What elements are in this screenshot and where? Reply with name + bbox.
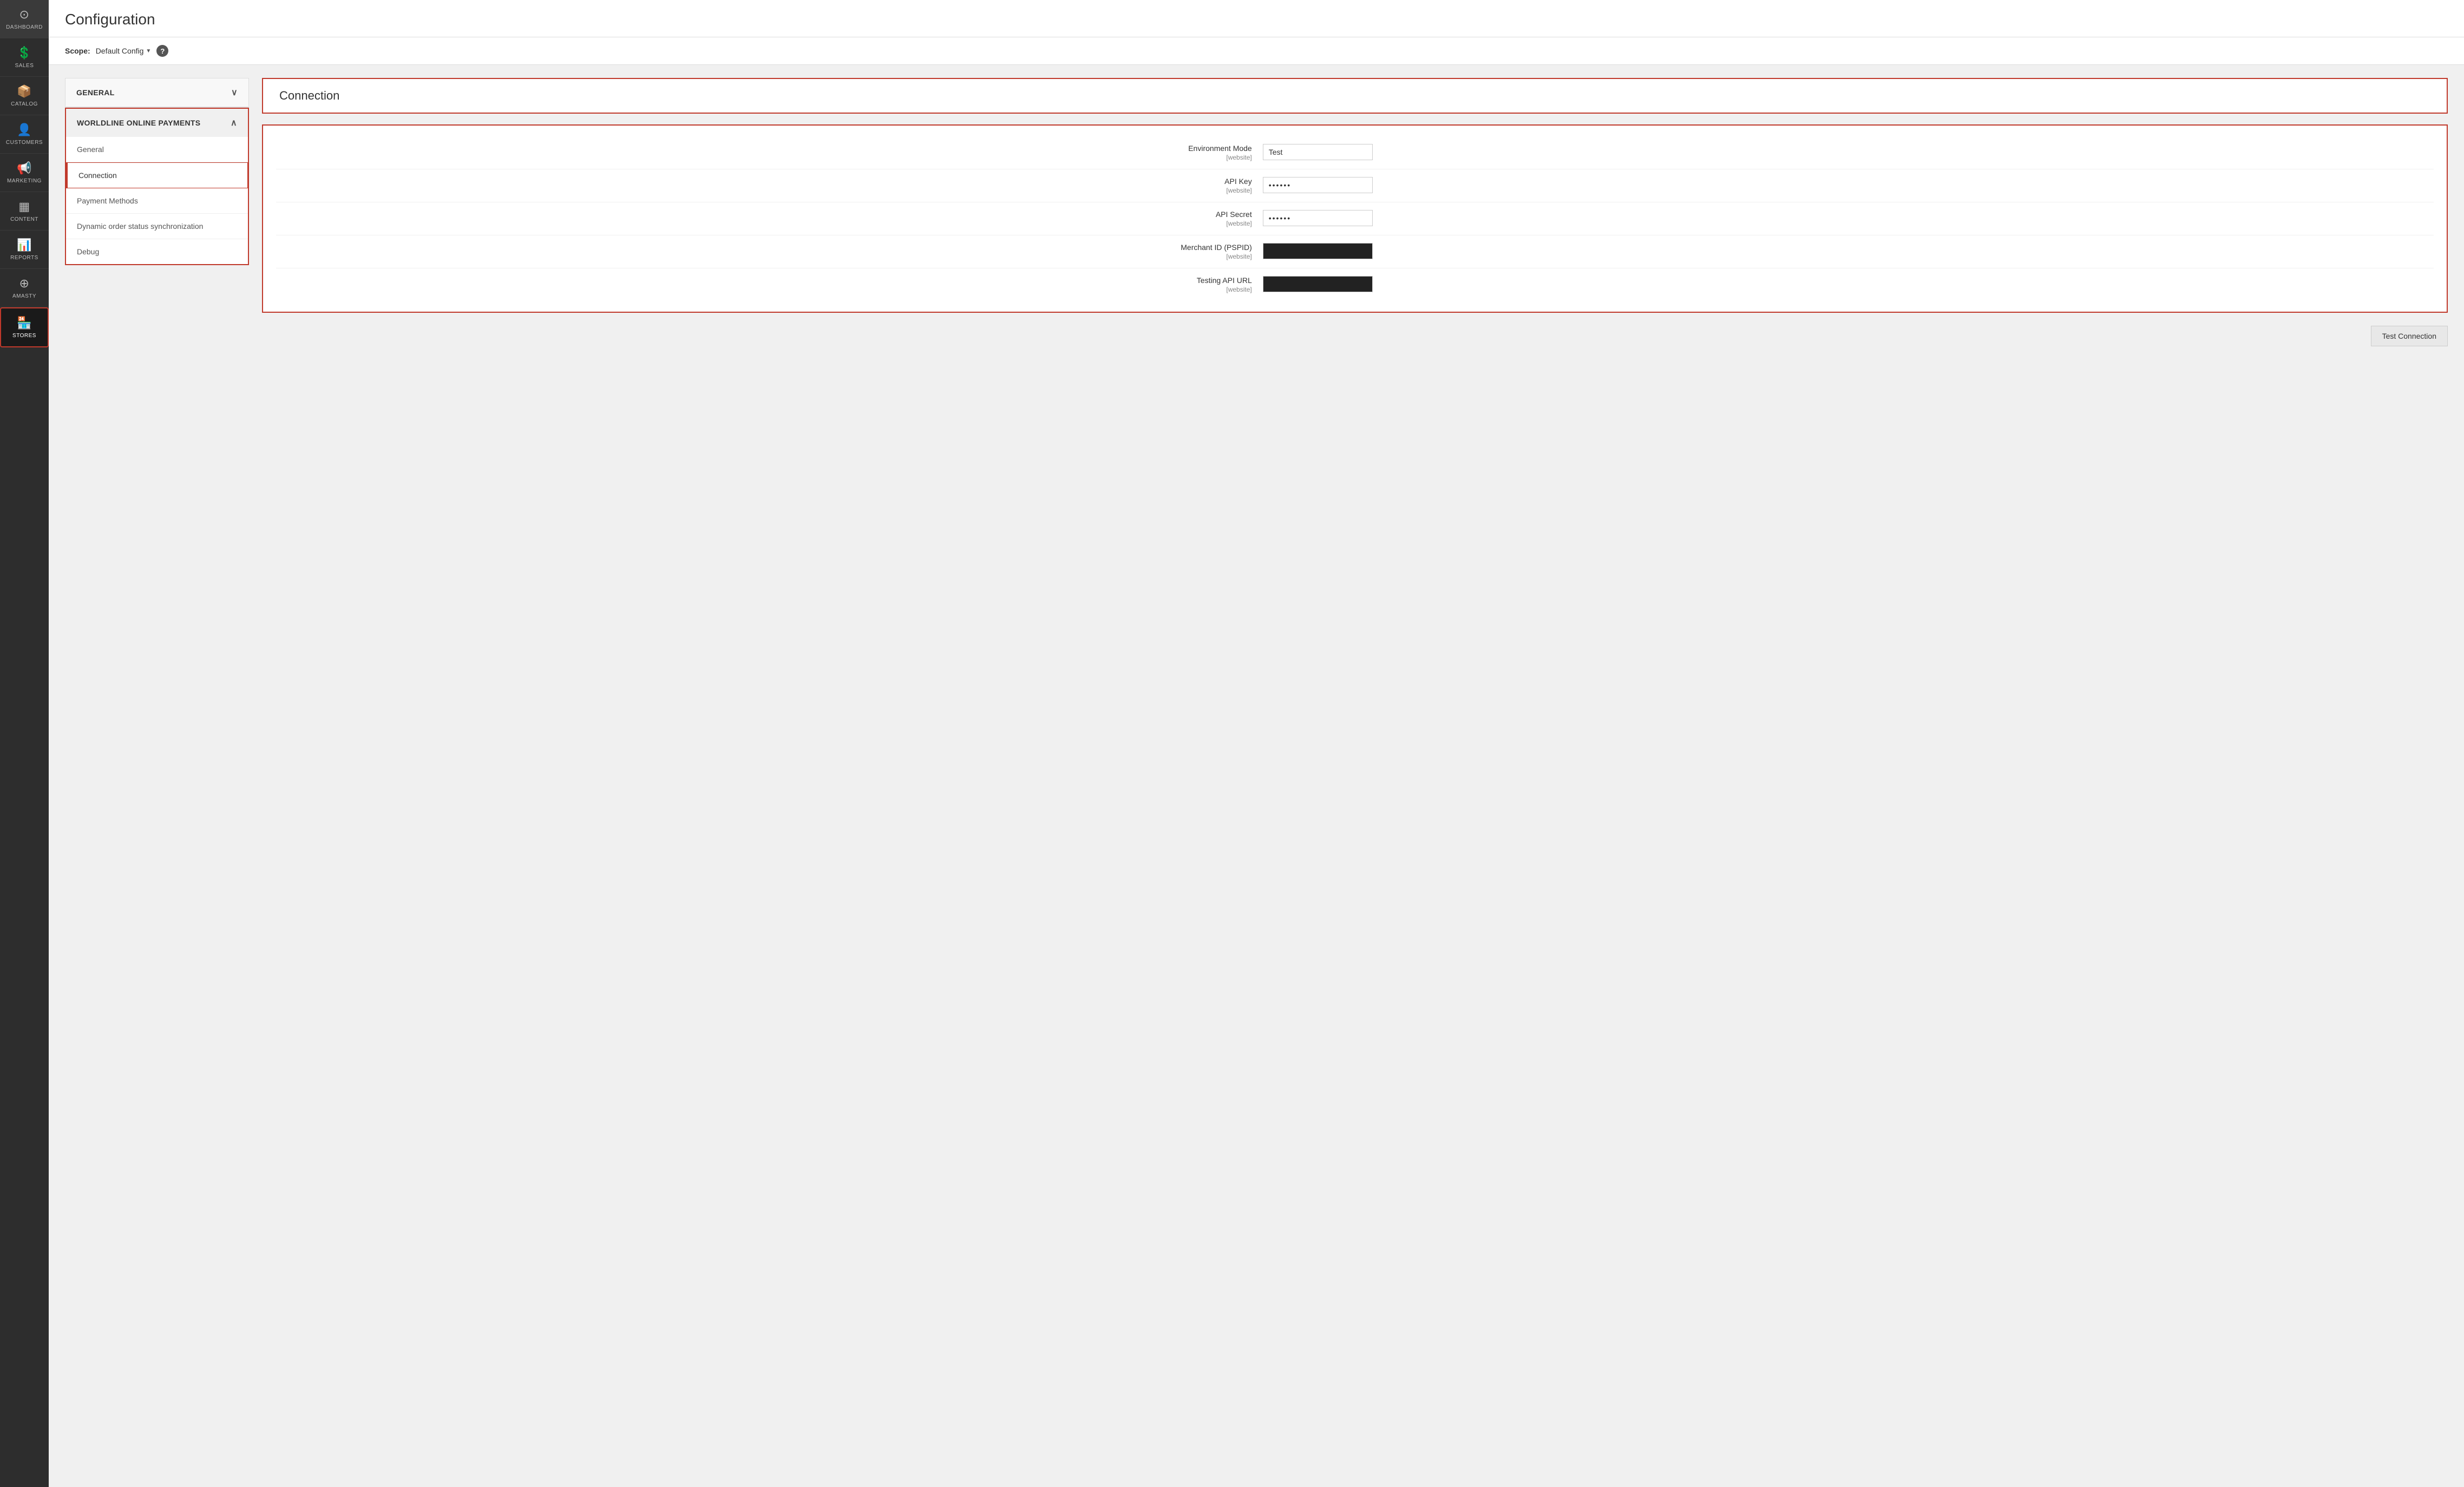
test-connection-button[interactable]: Test Connection [2371,326,2448,346]
content-area: GENERAL ∨ WORLDLINE ONLINE PAYMENTS ∧ Ge… [49,65,2464,359]
sidebar-item-catalog[interactable]: 📦 CATALOG [0,77,49,115]
left-panel: GENERAL ∨ WORLDLINE ONLINE PAYMENTS ∧ Ge… [65,78,249,346]
chevron-down-icon: ∨ [231,87,238,98]
connection-title: Connection [279,89,339,102]
worldline-section: WORLDLINE ONLINE PAYMENTS ∧ General Conn… [65,108,249,265]
amasty-icon: ⊕ [19,277,30,291]
nav-item-debug[interactable]: Debug [66,239,248,264]
scope-help-icon[interactable]: ? [156,45,168,57]
config-row-api-key: API Key [website] [276,169,2434,202]
scope-bar: Scope: Default Config ▼ ? [49,37,2464,65]
config-value-testing-api-url [1263,276,2434,292]
general-section: GENERAL ∨ [65,78,249,108]
api-secret-input[interactable] [1263,210,1373,226]
config-label-api-secret: API Secret [website] [276,210,1263,227]
chevron-up-icon: ∧ [231,117,237,128]
sidebar-item-dashboard[interactable]: ⊙ DASHBOARD [0,0,49,38]
config-value-api-key [1263,177,2434,193]
worldline-section-label: WORLDLINE ONLINE PAYMENTS [77,119,200,127]
nav-item-connection[interactable]: Connection [66,162,248,188]
scope-value: Default Config [96,47,144,55]
stores-icon: 🏪 [17,316,32,330]
config-value-merchant-id [1263,243,2434,259]
page-title: Configuration [65,11,2448,37]
api-key-input[interactable] [1263,177,1373,193]
reports-icon: 📊 [17,238,32,252]
marketing-icon: 📢 [17,161,32,175]
connection-title-box: Connection [262,78,2448,114]
testing-api-url-input[interactable] [1263,276,1373,292]
sidebar-item-amasty[interactable]: ⊕ AMASTY [0,269,49,307]
config-label-api-key: API Key [website] [276,177,1263,194]
sidebar-item-customers[interactable]: 👤 CUSTOMERS [0,115,49,154]
sidebar-item-marketing[interactable]: 📢 MARKETING [0,154,49,192]
config-row-testing-api-url: Testing API URL [website] [276,268,2434,301]
general-section-header[interactable]: GENERAL ∨ [65,78,248,107]
config-label-testing-api-url: Testing API URL [website] [276,276,1263,293]
right-column: Connection Environment Mode [website] [262,78,2448,346]
sidebar-item-stores[interactable]: 🏪 STORES [0,307,49,347]
page-header: Configuration [49,0,2464,37]
sidebar-item-label: CONTENT [10,216,38,222]
chevron-down-icon: ▼ [146,48,151,54]
config-label-environment-mode: Environment Mode [website] [276,144,1263,161]
sidebar: ⊙ DASHBOARD 💲 SALES 📦 CATALOG 👤 CUSTOMER… [0,0,49,1487]
config-row-merchant-id: Merchant ID (PSPID) [website] [276,235,2434,268]
sales-icon: 💲 [17,46,32,60]
nav-item-payment-methods[interactable]: Payment Methods [66,188,248,214]
config-panel: Environment Mode [website] API Key [webs… [262,124,2448,313]
sidebar-item-label: AMASTY [12,293,36,299]
dashboard-icon: ⊙ [19,8,30,22]
worldline-nav-items: General Connection Payment Methods Dynam… [66,137,248,264]
right-panel: Connection Environment Mode [website] [262,78,2448,346]
sidebar-item-label: DASHBOARD [6,24,43,30]
sidebar-item-label: CUSTOMERS [6,140,43,146]
test-connection-container: Test Connection [262,317,2448,346]
customers-icon: 👤 [17,123,32,137]
sidebar-item-sales[interactable]: 💲 SALES [0,38,49,77]
sidebar-item-label: REPORTS [10,255,38,261]
sidebar-item-content[interactable]: ▦ CONTENT [0,192,49,231]
sidebar-item-label: MARKETING [7,178,42,184]
nav-item-general[interactable]: General [66,137,248,162]
config-row-api-secret: API Secret [website] [276,202,2434,235]
content-icon: ▦ [18,200,30,214]
config-label-merchant-id: Merchant ID (PSPID) [website] [276,243,1263,260]
main-content: Configuration Scope: Default Config ▼ ? … [49,0,2464,1487]
config-row-environment-mode: Environment Mode [website] [276,136,2434,169]
catalog-icon: 📦 [17,84,32,98]
sidebar-item-label: CATALOG [11,101,38,107]
scope-label: Scope: [65,47,90,55]
environment-mode-input[interactable] [1263,144,1373,160]
worldline-section-header[interactable]: WORLDLINE ONLINE PAYMENTS ∧ [66,109,248,137]
general-section-label: GENERAL [76,88,115,97]
sidebar-item-label: SALES [15,63,34,69]
scope-select[interactable]: Default Config ▼ [96,47,152,55]
nav-item-dynamic-order[interactable]: Dynamic order status synchronization [66,214,248,239]
merchant-id-input[interactable] [1263,243,1373,259]
config-value-environment-mode [1263,144,2434,160]
config-value-api-secret [1263,210,2434,226]
sidebar-item-label: STORES [12,333,36,339]
sidebar-item-reports[interactable]: 📊 REPORTS [0,231,49,269]
